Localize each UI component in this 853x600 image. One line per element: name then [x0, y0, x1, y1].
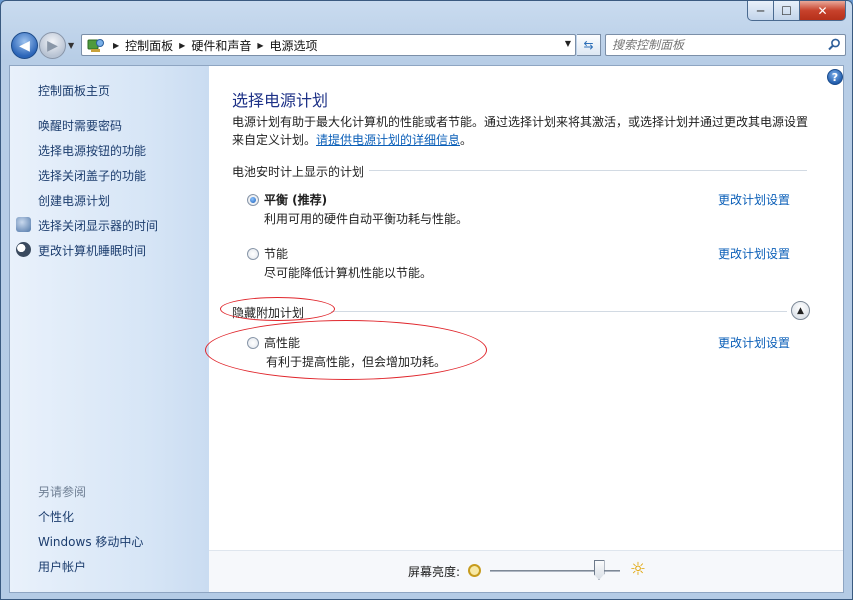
back-arrow-icon: ◀	[19, 37, 30, 54]
breadcrumb-control-panel[interactable]: 控制面板	[125, 37, 173, 54]
brightness-label: 屏幕亮度:	[408, 565, 461, 579]
sidebar-item-mobility-center[interactable]: Windows 移动中心	[38, 533, 143, 550]
search-icon[interactable]	[828, 38, 841, 54]
address-dropdown-icon[interactable]: ▼	[565, 39, 571, 48]
brightness-bar: 屏幕亮度: ☼	[209, 550, 843, 592]
forward-arrow-icon: ▶	[47, 37, 58, 54]
sidebar-item-power-button[interactable]: 选择电源按钮的功能	[38, 142, 146, 159]
chevron-up-icon: ▲	[797, 305, 804, 316]
annotation-ellipse	[220, 297, 335, 321]
sidebar-item-wake-password[interactable]: 唤醒时需要密码	[38, 117, 122, 134]
plan-desc-balanced: 利用可用的硬件自动平衡功耗与性能。	[264, 212, 469, 226]
battery-plans-heading: 电池安时计上显示的计划	[232, 165, 365, 179]
sidebar-item-sleep-time[interactable]: 更改计算机睡眠时间	[38, 242, 146, 259]
sidebar-item-home[interactable]: 控制面板主页	[38, 82, 110, 99]
maximize-button[interactable]: ☐	[774, 1, 800, 21]
forward-button[interactable]: ▶	[39, 32, 66, 59]
refresh-icon: ⇆	[583, 38, 594, 52]
back-button[interactable]: ◀	[11, 32, 38, 59]
page-title: 选择电源计划	[232, 91, 329, 110]
breadcrumb-separator-icon[interactable]: ▶	[113, 41, 119, 50]
control-panel-icon	[85, 36, 107, 54]
plan-radio-balanced[interactable]	[247, 194, 259, 206]
sidebar-item-display-off[interactable]: 选择关闭显示器的时间	[38, 217, 158, 234]
sidebar-item-personalization[interactable]: 个性化	[38, 508, 74, 525]
sidebar-item-user-accounts[interactable]: 用户帐户	[38, 558, 86, 575]
breadcrumb-separator-icon[interactable]: ▶	[179, 41, 185, 50]
brightness-slider-thumb[interactable]	[593, 560, 605, 580]
task-sidebar: 控制面板主页 唤醒时需要密码 选择电源按钮的功能 选择关闭盖子的功能 创建电源计…	[10, 66, 209, 592]
brightness-high-icon: ☼	[629, 559, 647, 580]
plan-desc-power-saver: 尽可能降低计算机性能以节能。	[264, 266, 433, 280]
search-box[interactable]	[605, 34, 846, 56]
address-bar[interactable]: ▶ 控制面板 ▶ 硬件和声音 ▶ 电源选项 ▼	[81, 34, 576, 56]
moon-icon	[16, 242, 31, 257]
description-end: 。	[460, 133, 473, 147]
change-plan-settings-balanced[interactable]: 更改计划设置	[718, 191, 790, 208]
search-input[interactable]	[612, 35, 812, 55]
collapse-hidden-plans-button[interactable]: ▲	[791, 301, 810, 320]
minimize-button[interactable]: ─	[747, 1, 774, 21]
recent-pages-dropdown[interactable]: ▼	[68, 41, 78, 51]
plan-details-link[interactable]: 请提供电源计划的详细信息	[316, 133, 460, 147]
plan-radio-power-saver[interactable]	[247, 248, 259, 260]
breadcrumb-power-options[interactable]: 电源选项	[270, 37, 318, 54]
main-panel: ? 选择电源计划 电源计划有助于最大化计算机的性能或者节能。通过选择计划来将其激…	[205, 66, 843, 592]
navigation-bar: ◀ ▶ ▼ ▶ 控制面板 ▶ 硬件和声音 ▶ 电源选项 ▼ ⇆	[9, 31, 846, 61]
control-panel-window: ─ ☐ ✕ ◀ ▶ ▼ ▶ 控制面板 ▶ 硬件和声音 ▶ 电源选项 ▼ ⇆ 搜索…	[0, 0, 853, 600]
breadcrumb-separator-icon[interactable]: ▶	[257, 41, 263, 50]
sidebar-item-lid-close[interactable]: 选择关闭盖子的功能	[38, 167, 146, 184]
page-description: 电源计划有助于最大化计算机的性能或者节能。通过选择计划来将其激活，或选择计划并通…	[232, 113, 817, 149]
breadcrumb-hardware-sound[interactable]: 硬件和声音	[191, 37, 251, 54]
content-area: 控制面板主页 唤醒时需要密码 选择电源按钮的功能 选择关闭盖子的功能 创建电源计…	[9, 65, 844, 593]
change-plan-settings-high-performance[interactable]: 更改计划设置	[718, 334, 790, 351]
group-divider	[331, 311, 787, 312]
close-button[interactable]: ✕	[800, 1, 846, 21]
brightness-low-icon	[468, 564, 481, 577]
sidebar-item-create-plan[interactable]: 创建电源计划	[38, 192, 110, 209]
monitor-icon	[16, 217, 31, 232]
plan-name-power-saver[interactable]: 节能	[264, 245, 288, 262]
refresh-button[interactable]: ⇆	[577, 34, 601, 56]
caption-buttons: ─ ☐ ✕	[747, 1, 846, 21]
help-icon[interactable]: ?	[827, 69, 843, 85]
change-plan-settings-power-saver[interactable]: 更改计划设置	[718, 245, 790, 262]
plan-name-balanced[interactable]: 平衡 (推荐)	[264, 191, 327, 208]
group-divider	[369, 170, 807, 171]
see-also-heading: 另请参阅	[38, 485, 87, 499]
annotation-ellipse	[205, 320, 487, 380]
